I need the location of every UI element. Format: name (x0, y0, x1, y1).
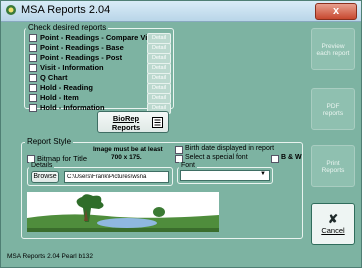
report-label: Point - Readings - Post (40, 53, 123, 62)
cancel-label: Cancel (321, 226, 345, 235)
window-title: MSA Reports 2.04 (21, 4, 111, 16)
pdf-button[interactable]: PDF reports (311, 88, 355, 130)
print-button[interactable]: Print Reports (311, 145, 355, 187)
report-label: Hold - Information (40, 103, 105, 112)
title-bar: MSA Reports 2.04 x (1, 1, 361, 22)
report-label: Visit - Information (40, 63, 104, 72)
title-bitmap-image (27, 192, 219, 232)
print-sub-label: Reports (321, 167, 345, 174)
report-checkbox[interactable] (29, 94, 37, 102)
preview-button[interactable]: Preview each report (311, 28, 355, 70)
reports-group-label: Check desired reports (26, 23, 109, 32)
report-row: Hold - Reading Detail (29, 83, 171, 94)
report-checkbox[interactable] (29, 54, 37, 62)
close-button[interactable]: x (315, 3, 357, 20)
print-label: Print (326, 160, 340, 167)
report-checkbox[interactable] (29, 74, 37, 82)
chevron-down-icon: ▼ (260, 171, 266, 177)
report-label: Hold - Item (40, 93, 79, 102)
preview-label: Preview (321, 43, 345, 50)
details-label: Details (29, 162, 55, 169)
report-checkbox[interactable] (29, 104, 37, 112)
report-checkbox[interactable] (29, 64, 37, 72)
report-label: Point - Readings - Base (40, 43, 124, 52)
app-window: MSA Reports 2.04 x Check desired reports… (0, 0, 362, 268)
report-row: Point - Readings - Post Detail (29, 53, 171, 64)
report-label: Q Chart (40, 73, 68, 82)
app-icon (6, 5, 16, 15)
special-font-label: Select a special font (185, 154, 248, 161)
birth-date-label: Birth date displayed in report (185, 145, 275, 152)
status-text: MSA Reports 2.04 Pearl b132 (7, 253, 93, 260)
bw-label: B & W (281, 154, 302, 161)
preview-sub-label: each report (316, 50, 350, 57)
birth-date-checkbox[interactable] (175, 146, 183, 154)
report-icon (152, 117, 163, 128)
report-row: Point - Readings - Compare Visits Detail (29, 33, 171, 44)
biorep-reports-button[interactable]: BioRep Reports (97, 111, 169, 133)
cancel-icon: ✘ (327, 212, 339, 226)
report-row: Point - Readings - Base Detail (29, 43, 171, 54)
font-select[interactable]: ▼ (180, 170, 270, 181)
report-row: Q Chart Detail (29, 73, 171, 84)
pdf-label: PDF (326, 103, 340, 110)
report-checkbox[interactable] (29, 34, 37, 42)
report-style-label: Report Style (25, 137, 74, 146)
font-group-label: Font (179, 162, 198, 169)
bitmap-size-note: 700 x 175. (111, 154, 142, 161)
report-checkbox[interactable] (29, 44, 37, 52)
report-checkbox[interactable] (29, 84, 37, 92)
path-field[interactable] (64, 171, 169, 183)
bw-checkbox[interactable] (271, 155, 279, 163)
report-label: Point - Readings - Compare Visits (40, 33, 161, 42)
biorep-label: BioRep (112, 114, 140, 123)
report-row: Hold - Item Detail (29, 93, 171, 104)
pdf-sub-label: reports (322, 110, 344, 117)
browse-button[interactable]: Browse (31, 171, 59, 183)
bitmap-note: Image must be at least (93, 146, 163, 153)
report-label: Hold - Reading (40, 83, 93, 92)
biorep-label-2: Reports (111, 123, 141, 132)
report-row: Visit - Information Detail (29, 63, 171, 74)
cancel-button[interactable]: ✘ Cancel (311, 203, 355, 245)
